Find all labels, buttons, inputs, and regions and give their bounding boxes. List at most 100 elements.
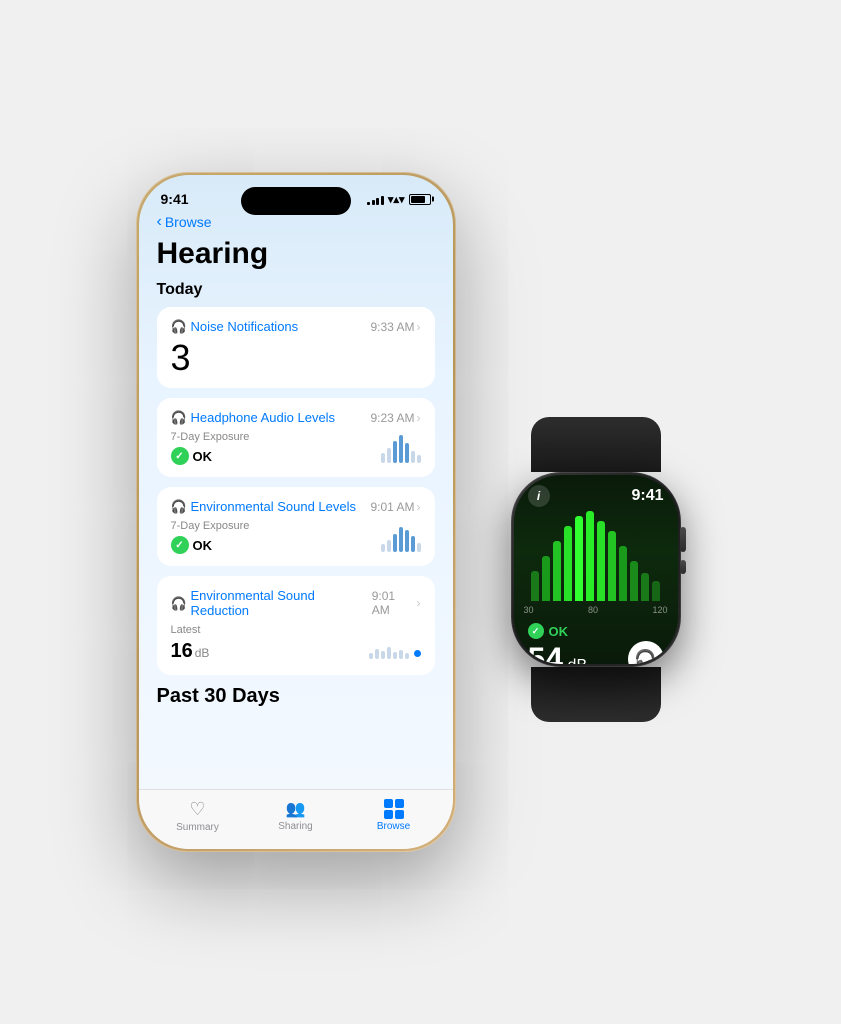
- watch-info-button[interactable]: i: [528, 485, 550, 507]
- wifi-icon: ▾▴▾: [388, 193, 405, 206]
- tab-browse[interactable]: Browse: [345, 799, 443, 832]
- axis-label-30: 30: [524, 605, 534, 615]
- watch-bar: [564, 526, 572, 601]
- ear-icon-3: 🎧: [171, 499, 186, 514]
- reduction-unit: dB: [195, 646, 210, 660]
- status-time: 9:41: [161, 191, 189, 207]
- ok-checkmark-icon-2: ✓: [171, 536, 189, 554]
- airpods-icon: 🎧: [628, 641, 664, 664]
- watch-side-button: [680, 560, 686, 574]
- watch-bar: [641, 573, 649, 601]
- watch-axis: 30 80 120: [514, 605, 678, 619]
- noise-count-value: 3: [171, 340, 421, 376]
- watch-bar: [597, 521, 605, 601]
- environmental-sound-body: 7-Day Exposure ✓ OK: [171, 520, 421, 554]
- env-sound-ok-badge: ✓ OK: [171, 536, 381, 554]
- headphone-audio-title: 🎧 Headphone Audio Levels: [171, 410, 336, 425]
- battery-icon: [409, 194, 431, 205]
- watch-bar: [586, 511, 594, 601]
- watch-header: i 9:41: [514, 475, 678, 511]
- noise-notifications-card[interactable]: 🎧 Noise Notifications 9:33 AM › 3: [157, 307, 435, 388]
- tab-sharing[interactable]: 👥 Sharing: [247, 799, 345, 832]
- ear-icon-1: 🎧: [171, 319, 186, 334]
- watch-bar: [619, 546, 627, 601]
- headphone-chart: [381, 433, 421, 463]
- environmental-sound-title: 🎧 Environmental Sound Levels: [171, 499, 357, 514]
- tab-bar: ♡ Summary 👥 Sharing Browse: [139, 789, 453, 849]
- watch-screen: i 9:41 30 80 120 ✓ OK: [514, 475, 678, 664]
- watch-ok-status: ✓ OK: [514, 619, 678, 641]
- watch-sound-viz: [514, 511, 678, 605]
- env-sound-chart: [381, 522, 421, 552]
- iphone-device: 9:41 ▾▴▾ ‹: [136, 172, 456, 852]
- chevron-right-icon-2: ›: [417, 411, 421, 425]
- status-icons: ▾▴▾: [367, 193, 430, 206]
- axis-label-120: 120: [652, 605, 667, 615]
- watch-band-bottom: [531, 667, 661, 722]
- headphone-audio-body: 7-Day Exposure ✓ OK: [171, 431, 421, 465]
- back-chevron-icon: ‹: [157, 213, 162, 231]
- today-section-title: Today: [157, 281, 435, 299]
- ok-checkmark-icon: ✓: [171, 447, 189, 465]
- env-sound-sub-label: 7-Day Exposure: [171, 520, 381, 532]
- environmental-reduction-title: 🎧 Environmental Sound Reduction: [171, 588, 372, 618]
- headphone-chart-bars: [381, 433, 421, 463]
- watch-bar: [652, 581, 660, 601]
- reduction-value: 16: [171, 640, 193, 663]
- chevron-right-icon-3: ›: [417, 500, 421, 514]
- env-sound-chart-bars: [381, 522, 421, 552]
- heart-icon: ♡: [189, 799, 205, 820]
- back-button[interactable]: ‹ Browse: [157, 213, 435, 231]
- watch-ok-icon: ✓: [528, 623, 544, 639]
- watch-bar: [531, 571, 539, 601]
- watch-bar: [630, 561, 638, 601]
- headphone-audio-card[interactable]: 🎧 Headphone Audio Levels 9:23 AM › 7-Day…: [157, 398, 435, 477]
- environmental-reduction-time: 9:01 AM ›: [372, 589, 421, 617]
- watch-db-row: 54 dB 🎧: [514, 641, 678, 664]
- watch-bar: [575, 516, 583, 601]
- dynamic-island: [241, 187, 351, 215]
- watch-body: i 9:41 30 80 120 ✓ OK: [511, 472, 681, 667]
- page-title: Hearing: [157, 237, 435, 271]
- tab-browse-label: Browse: [377, 821, 410, 832]
- noise-notifications-time: 9:33 AM ›: [370, 320, 420, 334]
- chevron-right-icon-4: ›: [417, 596, 421, 610]
- noise-notifications-title: 🎧 Noise Notifications: [171, 319, 299, 334]
- watch-bar: [553, 541, 561, 601]
- chevron-right-icon: ›: [417, 320, 421, 334]
- grid-icon: [384, 799, 404, 819]
- iphone-screen: 9:41 ▾▴▾ ‹: [139, 175, 453, 849]
- tab-summary-label: Summary: [176, 822, 219, 833]
- watch-crown: [680, 527, 686, 552]
- reduction-chart-bars: [369, 629, 409, 659]
- apple-watch-device: i 9:41 30 80 120 ✓ OK: [486, 417, 706, 687]
- watch-ok-text: OK: [549, 624, 569, 639]
- watch-bar: [608, 531, 616, 601]
- watch-bar: [542, 556, 550, 601]
- environmental-sound-time: 9:01 AM ›: [370, 500, 420, 514]
- app-content: ‹ Browse Hearing Today 🎧 Noise Notificat…: [139, 213, 453, 787]
- scene: 9:41 ▾▴▾ ‹: [136, 172, 706, 852]
- tab-sharing-label: Sharing: [278, 821, 312, 832]
- watch-db-value: 54: [528, 641, 564, 664]
- headphone-sub-label: 7-Day Exposure: [171, 431, 381, 443]
- ear-icon-4: 🎧: [171, 596, 186, 611]
- reduction-sub-label: Latest: [171, 624, 369, 636]
- watch-time: 9:41: [631, 487, 663, 505]
- signal-icon: [367, 194, 384, 205]
- tab-summary[interactable]: ♡ Summary: [149, 799, 247, 833]
- people-icon: 👥: [286, 799, 306, 819]
- back-label: Browse: [165, 214, 212, 230]
- reduction-chart: [369, 629, 421, 659]
- ear-icon-2: 🎧: [171, 410, 186, 425]
- headphone-audio-time: 9:23 AM ›: [370, 411, 420, 425]
- axis-label-80: 80: [588, 605, 598, 615]
- environmental-reduction-card[interactable]: 🎧 Environmental Sound Reduction 9:01 AM …: [157, 576, 435, 675]
- environmental-sound-card[interactable]: 🎧 Environmental Sound Levels 9:01 AM › 7…: [157, 487, 435, 566]
- blue-dot-indicator: [414, 650, 421, 657]
- watch-band-top: [531, 417, 661, 472]
- headphone-ok-badge: ✓ OK: [171, 447, 381, 465]
- environmental-reduction-body: Latest 16 dB: [171, 624, 421, 663]
- past30-section-title: Past 30 Days: [157, 685, 435, 708]
- watch-db-unit: dB: [568, 657, 588, 664]
